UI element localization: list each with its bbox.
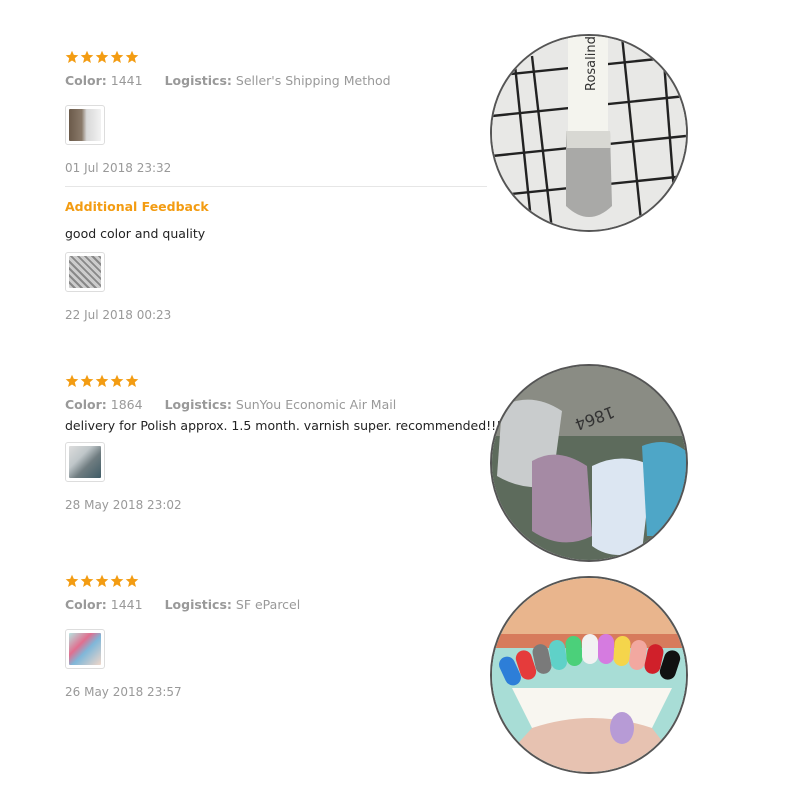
divider (65, 186, 487, 187)
logistics-label: Logistics: (164, 73, 232, 88)
star-icon (80, 374, 94, 388)
star-icon (95, 574, 109, 588)
star-icon (95, 50, 109, 64)
star-icon (95, 374, 109, 388)
star-icon (110, 574, 124, 588)
star-icon (65, 574, 79, 588)
star-icon (65, 50, 79, 64)
star-icon (125, 574, 139, 588)
additional-feedback-thumbnail[interactable] (65, 252, 105, 292)
star-icon (110, 50, 124, 64)
star-icon (80, 50, 94, 64)
logistics-label: Logistics: (164, 397, 232, 412)
additional-feedback-text: good color and quality (65, 226, 206, 241)
review-photo[interactable]: 1864 (490, 364, 688, 562)
logistics-value: SF eParcel (235, 597, 301, 612)
review-meta: Color: 1441 Logistics: Seller's Shipping… (65, 73, 487, 88)
review-photo[interactable] (490, 576, 688, 774)
star-rating (65, 374, 487, 390)
review-meta: Color: 1864 Logistics: SunYou Economic A… (65, 397, 487, 412)
photo-label: Rosalind (584, 36, 599, 91)
review-date: 26 May 2018 23:57 (65, 685, 182, 699)
review-thumbnail[interactable] (65, 442, 105, 482)
star-icon (80, 574, 94, 588)
review-text: delivery for Polish approx. 1.5 month. v… (65, 418, 507, 433)
color-label: Color: (65, 597, 107, 612)
star-icon (125, 374, 139, 388)
color-value: 1441 (110, 73, 143, 88)
color-label: Color: (65, 73, 107, 88)
review-date: 28 May 2018 23:02 (65, 498, 182, 512)
logistics-value: SunYou Economic Air Mail (235, 397, 397, 412)
star-rating (65, 50, 487, 66)
color-value: 1441 (110, 597, 143, 612)
review-thumbnail[interactable] (65, 105, 105, 145)
additional-feedback-date: 22 Jul 2018 00:23 (65, 308, 172, 322)
additional-feedback-title: Additional Feedback (65, 199, 209, 214)
color-value: 1864 (110, 397, 143, 412)
review-1: Color: 1441 Logistics: Seller's Shipping… (65, 50, 487, 322)
review-3: Color: 1441 Logistics: SF eParcel 26 May… (65, 574, 487, 699)
review-photo[interactable]: Rosalind (490, 34, 688, 232)
star-icon (65, 374, 79, 388)
review-thumbnail[interactable] (65, 629, 105, 669)
review-meta: Color: 1441 Logistics: SF eParcel (65, 597, 487, 612)
star-icon (110, 374, 124, 388)
review-2: Color: 1864 Logistics: SunYou Economic A… (65, 374, 507, 512)
review-date: 01 Jul 2018 23:32 (65, 161, 172, 175)
color-label: Color: (65, 397, 107, 412)
star-rating (65, 574, 487, 590)
star-icon (125, 50, 139, 64)
logistics-value: Seller's Shipping Method (235, 73, 391, 88)
logistics-label: Logistics: (164, 597, 232, 612)
